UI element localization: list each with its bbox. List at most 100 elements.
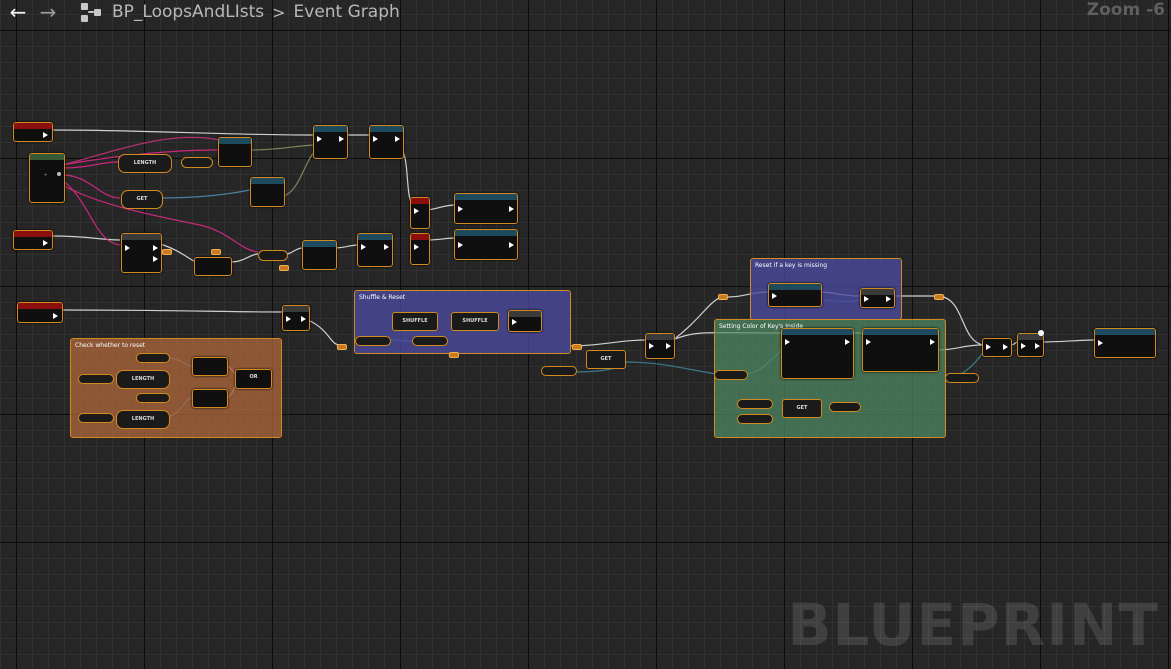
gate-node[interactable] bbox=[982, 338, 1012, 357]
change-key-call-node[interactable] bbox=[1094, 328, 1156, 358]
reroute-knot[interactable] bbox=[337, 344, 347, 350]
exec-pin[interactable] bbox=[384, 244, 389, 250]
exec-pin[interactable] bbox=[53, 313, 58, 319]
shuffle-node-2[interactable]: SHUFFLE bbox=[451, 312, 499, 331]
exec-pin[interactable] bbox=[125, 245, 130, 251]
exec-pin[interactable] bbox=[509, 206, 514, 212]
variable-node-2[interactable] bbox=[78, 374, 114, 384]
exec-pin[interactable] bbox=[458, 206, 463, 212]
for-each-node-2[interactable] bbox=[645, 333, 675, 359]
exec-pin[interactable] bbox=[1098, 340, 1103, 346]
exec-pin[interactable] bbox=[772, 293, 777, 299]
exec-pin[interactable] bbox=[1035, 343, 1040, 349]
reroute-knot[interactable] bbox=[934, 294, 944, 300]
add-node-1[interactable] bbox=[194, 257, 232, 276]
append-node-1[interactable] bbox=[218, 137, 252, 167]
variable-node-11[interactable] bbox=[829, 402, 861, 412]
event-node-pending[interactable] bbox=[13, 122, 53, 142]
reroute-knot[interactable] bbox=[718, 294, 728, 300]
append-node-2[interactable] bbox=[250, 177, 285, 207]
variable-node-7[interactable] bbox=[541, 366, 577, 376]
compare-node-1[interactable] bbox=[192, 357, 228, 376]
exec-pin[interactable] bbox=[512, 319, 517, 325]
reroute-knot[interactable] bbox=[449, 352, 459, 358]
reroute-knot[interactable] bbox=[279, 265, 289, 271]
event-node-list-names[interactable] bbox=[13, 230, 53, 250]
exec-pin[interactable] bbox=[339, 136, 344, 142]
set-vector-param-node[interactable] bbox=[862, 328, 939, 372]
append-node-3[interactable] bbox=[302, 240, 337, 270]
exec-pin[interactable] bbox=[1003, 344, 1008, 350]
set-array-node[interactable] bbox=[508, 310, 542, 332]
event-node-change-key[interactable] bbox=[17, 302, 63, 323]
variable-node-8[interactable] bbox=[714, 370, 748, 380]
for-each-node[interactable] bbox=[121, 233, 162, 273]
exec-pin[interactable] bbox=[414, 208, 419, 214]
function-node-2[interactable] bbox=[454, 229, 518, 260]
make-array-node[interactable]: + bbox=[29, 153, 65, 203]
exec-pin[interactable] bbox=[509, 242, 514, 248]
create-material-node[interactable] bbox=[781, 328, 854, 379]
variable-node-1[interactable] bbox=[136, 353, 170, 363]
convert-node-2[interactable] bbox=[258, 250, 288, 261]
wire-junction[interactable] bbox=[1038, 330, 1044, 336]
exec-pin[interactable] bbox=[785, 339, 790, 345]
exec-pin[interactable] bbox=[458, 242, 463, 248]
exec-pin[interactable] bbox=[153, 245, 158, 251]
variable-node-4[interactable] bbox=[78, 413, 114, 423]
exec-pin[interactable] bbox=[153, 256, 158, 262]
exec-pin[interactable] bbox=[866, 339, 871, 345]
shuffle-node-1[interactable]: SHUFFLE bbox=[392, 312, 438, 331]
print-string-node-2[interactable] bbox=[369, 125, 404, 159]
function-node-1[interactable] bbox=[454, 193, 518, 224]
reroute-knot[interactable] bbox=[211, 249, 221, 255]
exec-pin[interactable] bbox=[373, 136, 378, 142]
variable-node-12[interactable] bbox=[945, 373, 979, 383]
reroute-knot[interactable] bbox=[162, 249, 172, 255]
get-node-2[interactable]: GET bbox=[586, 350, 626, 369]
breadcrumb-graph[interactable]: Event Graph bbox=[294, 2, 400, 22]
exec-pin[interactable] bbox=[666, 343, 671, 349]
reroute-knot[interactable] bbox=[572, 344, 582, 350]
exec-pin[interactable] bbox=[864, 296, 869, 302]
exec-pin[interactable] bbox=[886, 296, 891, 302]
exec-pin[interactable] bbox=[43, 240, 48, 246]
exec-pin[interactable] bbox=[301, 316, 306, 322]
get-node-1[interactable]: GET bbox=[121, 190, 163, 209]
variable-node-10[interactable] bbox=[737, 414, 773, 424]
sequence-node[interactable] bbox=[282, 305, 310, 331]
branch-node-1[interactable] bbox=[410, 197, 430, 229]
variable-node-3[interactable] bbox=[136, 393, 170, 403]
or-node[interactable]: OR bbox=[235, 369, 272, 389]
exec-pin[interactable] bbox=[930, 339, 935, 345]
exec-pin[interactable] bbox=[986, 344, 991, 350]
arrow-left-icon[interactable]: ← bbox=[6, 2, 30, 22]
exec-pin[interactable] bbox=[395, 136, 400, 142]
exec-pin[interactable] bbox=[649, 343, 654, 349]
exec-pin[interactable] bbox=[845, 339, 850, 345]
branch-node-2[interactable] bbox=[410, 233, 430, 265]
breadcrumb-blueprint[interactable]: BP_LoopsAndLIsts bbox=[112, 2, 264, 22]
print-string-node-1[interactable] bbox=[313, 125, 348, 159]
variable-node-6[interactable] bbox=[412, 336, 448, 346]
variable-node-5[interactable] bbox=[355, 336, 391, 346]
length-node-3[interactable]: LENGTH bbox=[116, 410, 170, 429]
exec-pin[interactable] bbox=[414, 244, 419, 250]
convert-node-1[interactable] bbox=[181, 157, 213, 168]
exec-pin[interactable] bbox=[1021, 343, 1026, 349]
exec-pin[interactable] bbox=[317, 136, 322, 142]
compare-node-2[interactable] bbox=[192, 389, 228, 408]
output-pin[interactable] bbox=[57, 172, 61, 176]
length-node-1[interactable]: LENGTH bbox=[118, 154, 172, 173]
exec-pin[interactable] bbox=[43, 132, 48, 138]
delay-node[interactable] bbox=[1017, 333, 1044, 357]
get-node-3[interactable]: GET bbox=[782, 399, 822, 418]
set-node[interactable] bbox=[860, 288, 895, 308]
exec-pin[interactable] bbox=[286, 316, 291, 322]
arrow-right-icon[interactable]: → bbox=[36, 2, 60, 22]
exec-pin[interactable] bbox=[361, 244, 366, 250]
length-node-2[interactable]: LENGTH bbox=[116, 370, 170, 389]
print-string-node-3[interactable] bbox=[357, 233, 393, 267]
variable-node-9[interactable] bbox=[737, 399, 773, 409]
set-array-elem-node[interactable] bbox=[768, 283, 822, 307]
